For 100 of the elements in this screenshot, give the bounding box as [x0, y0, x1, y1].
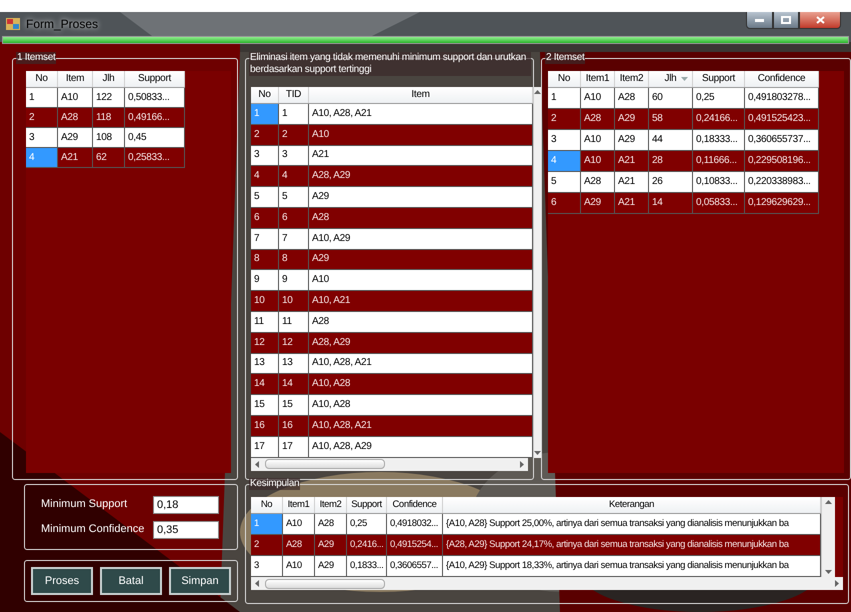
maximize-icon: [781, 16, 791, 24]
table-cell: 0,129629629...: [745, 193, 819, 213]
sort-icon: [681, 77, 688, 81]
column-header[interactable]: Support: [347, 497, 387, 513]
table-cell: A21: [615, 151, 649, 171]
table-cell: A28: [58, 108, 93, 127]
column-header[interactable]: No: [251, 497, 283, 513]
column-header[interactable]: Support: [125, 71, 185, 87]
table-cell: 0,2416...: [347, 535, 387, 555]
table-cell: A28: [615, 88, 649, 108]
column-header[interactable]: Jlh: [93, 71, 125, 87]
scroll-thumb[interactable]: [265, 459, 385, 470]
table-cell: A29: [615, 130, 649, 150]
scroll-thumb[interactable]: [265, 578, 385, 588]
scroll-down-icon[interactable]: [534, 450, 541, 455]
table-cell: 15: [251, 395, 279, 415]
table-cell: 0,360655737...: [745, 130, 819, 150]
table-cell: A10: [581, 88, 615, 108]
table-cell: 14: [279, 374, 309, 394]
close-icon: [816, 16, 824, 24]
column-header[interactable]: Confidence: [387, 497, 443, 513]
table-cell: 108: [93, 128, 125, 147]
horizontal-scrollbar[interactable]: [251, 458, 528, 471]
column-header[interactable]: Confidence: [745, 71, 819, 87]
table-cell: 3: [279, 146, 309, 166]
close-button[interactable]: [799, 12, 841, 29]
table-cell: 13: [279, 354, 309, 374]
scroll-up-icon[interactable]: [825, 500, 832, 504]
column-header[interactable]: No: [26, 71, 58, 87]
table-cell: 4: [548, 151, 581, 171]
horizontal-scrollbar[interactable]: [251, 577, 843, 590]
column-header[interactable]: Jlh: [649, 71, 693, 87]
table-cell: 3: [251, 556, 283, 576]
table-cell: 44: [649, 130, 693, 150]
table-cell: 5: [279, 187, 309, 207]
table-cell: A21: [615, 172, 649, 192]
table-cell: 1: [26, 88, 58, 107]
table-cell: 0,1833...: [347, 556, 387, 576]
input-field[interactable]: 0,18: [153, 496, 219, 514]
table-cell: 0,25: [693, 88, 745, 108]
table-cell: 8: [279, 250, 309, 270]
table-cell: 0,18333...: [693, 130, 745, 150]
action-button[interactable]: Batal: [100, 567, 162, 595]
table-cell: 9: [279, 270, 309, 290]
table-cell: 0,10833...: [693, 172, 745, 192]
table-cell: 16: [251, 416, 279, 436]
table-cell: 0,491525423...: [745, 109, 819, 129]
column-header[interactable]: Item1: [283, 497, 315, 513]
action-button[interactable]: Proses: [31, 567, 93, 595]
table-cell: 10: [251, 291, 279, 311]
table-cell: 0,49166...: [125, 108, 185, 127]
table-cell: 14: [251, 374, 279, 394]
scroll-right-icon[interactable]: [520, 460, 524, 468]
app-icon: [6, 18, 20, 30]
table-cell: 2: [251, 124, 279, 145]
table-cell: 60: [649, 88, 693, 108]
scroll-left-icon[interactable]: [255, 580, 259, 587]
table-cell: A10: [283, 514, 315, 534]
scroll-right-icon[interactable]: [835, 580, 839, 587]
table-cell: 0,25: [347, 514, 387, 534]
column-header[interactable]: Item: [58, 71, 93, 87]
table-cell: 58: [649, 109, 693, 129]
table-cell: A28: [315, 514, 347, 534]
maximize-button[interactable]: [773, 12, 799, 29]
action-button[interactable]: Simpan: [169, 567, 231, 595]
table-cell: 0,11666...: [693, 151, 745, 171]
window-title: Form_Proses: [26, 16, 98, 33]
scroll-up-icon[interactable]: [534, 90, 541, 94]
table-cell: 118: [93, 108, 125, 127]
column-header[interactable]: Support: [693, 71, 745, 87]
column-header[interactable]: Item2: [315, 497, 347, 513]
table-cell: 1: [279, 104, 309, 124]
column-header[interactable]: No: [548, 71, 581, 87]
table-cell: 122: [93, 88, 125, 107]
vertical-scrollbar[interactable]: [821, 497, 835, 577]
column-header[interactable]: No: [251, 87, 279, 103]
table-cell: 0,220338983...: [745, 172, 819, 192]
table-cell: 3: [548, 130, 581, 150]
scroll-down-icon[interactable]: [825, 570, 832, 574]
table-cell: A28: [581, 172, 615, 192]
table-cell: 0,25833...: [125, 148, 185, 167]
table-cell: 0,50833...: [125, 88, 185, 107]
table-cell: 62: [93, 148, 125, 167]
table-cell: 17: [251, 436, 279, 457]
scroll-left-icon[interactable]: [255, 460, 259, 468]
vertical-scrollbar[interactable]: [533, 87, 541, 458]
table-cell: 8: [251, 250, 279, 270]
table-cell: 26: [649, 172, 693, 192]
column-header[interactable]: Item2: [615, 71, 649, 87]
table-cell: 4: [251, 166, 279, 186]
table-cell: A21: [615, 193, 649, 213]
group-title: 1 Itemset: [16, 52, 56, 64]
column-header[interactable]: TID: [279, 87, 309, 103]
column-header[interactable]: Item1: [581, 71, 615, 87]
table-cell: 2: [251, 535, 283, 555]
table-cell: 3: [251, 146, 279, 166]
table-cell: 2: [26, 108, 58, 127]
group-title: Eliminasi item yang tidak memenuhi minimum support dan urutkan berdasarkan support tertinggi: [249, 52, 531, 76]
input-field[interactable]: 0,35: [153, 520, 219, 538]
minimize-button[interactable]: [746, 12, 773, 29]
